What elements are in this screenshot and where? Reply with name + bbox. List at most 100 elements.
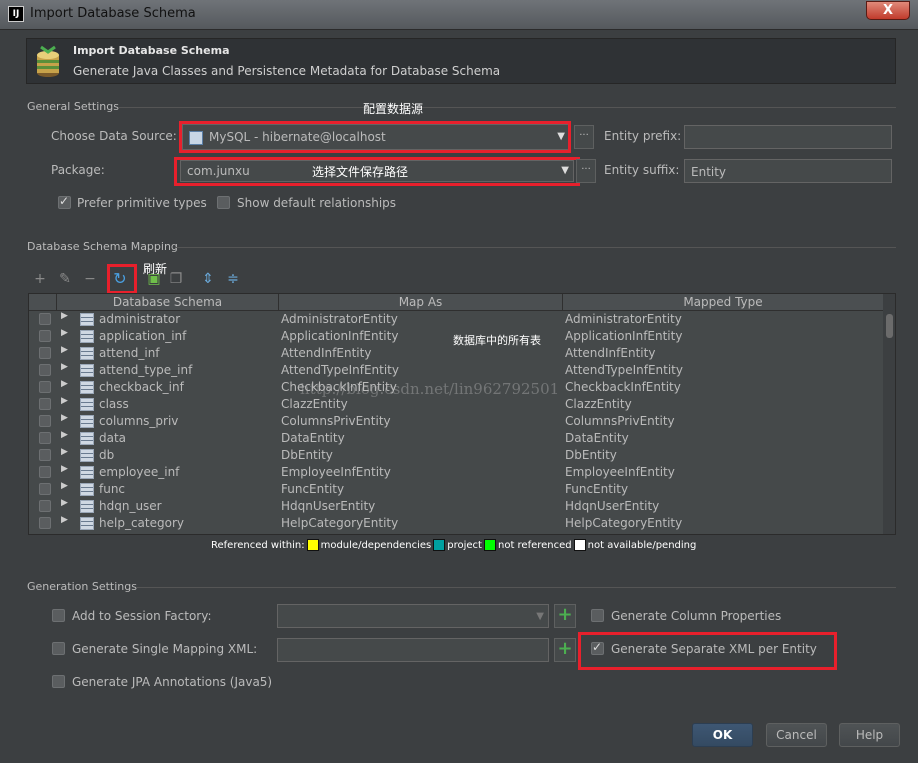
help-button[interactable]: Help (839, 723, 900, 747)
expand-arrow-icon[interactable]: ▶ (61, 328, 68, 338)
column-header-schema[interactable]: Database Schema (57, 294, 279, 311)
expand-arrow-icon[interactable]: ▶ (61, 379, 68, 389)
entity-prefix-label: Entity prefix: (604, 129, 682, 143)
entity-suffix-label: Entity suffix: (604, 163, 680, 177)
table-row[interactable]: ▶ attend_type_inf AttendTypeInfEntity Atten… (29, 362, 883, 379)
mapped-type-cell[interactable]: FuncEntity (565, 481, 881, 498)
row-checkbox[interactable] (39, 466, 51, 478)
row-checkbox[interactable] (39, 398, 51, 410)
mapped-type-cell[interactable]: HelpCategoryEntity (565, 515, 881, 532)
column-header-map-as[interactable]: Map As (279, 294, 563, 311)
add-session-factory-button[interactable]: + (554, 604, 576, 628)
single-mapping-xml-field[interactable] (277, 638, 549, 662)
mapped-type-cell[interactable]: ColumnsPrivEntity (565, 413, 881, 430)
legend-label: not available/pending (587, 540, 697, 551)
mapped-type-cell[interactable]: AdministratorEntity (565, 311, 881, 328)
expand-arrow-icon[interactable]: ▶ (61, 430, 68, 440)
expand-arrow-icon[interactable]: ▶ (61, 515, 68, 525)
scrollbar-thumb[interactable] (886, 314, 893, 338)
row-checkbox[interactable] (39, 432, 51, 444)
edit-icon[interactable]: ✎ (57, 271, 73, 287)
row-checkbox[interactable] (39, 517, 51, 529)
table-row[interactable]: ▶ employee_inf EmployeeInfEntity EmployeeIn… (29, 464, 883, 481)
map-as-cell[interactable]: DbEntity (281, 447, 561, 464)
map-as-cell[interactable]: DataEntity (281, 430, 561, 447)
mapped-type-cell[interactable]: DataEntity (565, 430, 881, 447)
entity-suffix-field[interactable]: Entity (684, 159, 892, 183)
reference-legend: Referenced within: module/dependencies pro… (211, 539, 696, 551)
add-mapping-xml-button[interactable]: + (554, 638, 576, 662)
table-row[interactable]: ▶ db DbEntity DbEntity (29, 447, 883, 464)
expand-arrow-icon[interactable]: ▶ (61, 345, 68, 355)
mapped-type-cell[interactable]: EmployeeInfEntity (565, 464, 881, 481)
mapped-type-cell[interactable]: ClazzEntity (565, 396, 881, 413)
mapped-type-cell[interactable]: AttendInfEntity (565, 345, 881, 362)
cancel-button[interactable]: Cancel (766, 723, 827, 747)
row-checkbox[interactable] (39, 364, 51, 376)
table-icon (80, 466, 94, 479)
row-checkbox[interactable] (39, 330, 51, 342)
table-row[interactable]: ▶ class ClazzEntity ClazzEntity (29, 396, 883, 413)
select-all-icon[interactable]: ▣ (146, 271, 162, 287)
map-as-cell[interactable]: HdqnUserEntity (281, 498, 561, 515)
expand-arrow-icon[interactable]: ▶ (61, 464, 68, 474)
remove-icon[interactable]: − (82, 271, 98, 287)
expand-arrow-icon[interactable]: ▶ (61, 311, 68, 321)
table-row[interactable]: ▶ columns_priv ColumnsPrivEntity ColumnsPri… (29, 413, 883, 430)
data-source-browse-button[interactable]: ··· (574, 125, 594, 149)
expand-arrow-icon[interactable]: ▶ (61, 447, 68, 457)
row-checkbox[interactable] (39, 381, 51, 393)
row-checkbox[interactable] (39, 500, 51, 512)
annotation-highlight-box (578, 632, 837, 670)
map-as-cell[interactable]: FuncEntity (281, 481, 561, 498)
mapped-type-cell[interactable]: CheckbackInfEntity (565, 379, 881, 396)
collapse-all-icon[interactable]: ≑ (225, 271, 241, 287)
row-checkbox[interactable] (39, 483, 51, 495)
schema-cell: columns_priv (99, 414, 179, 428)
entity-prefix-field[interactable] (684, 125, 892, 149)
jpa-annotations-checkbox[interactable] (52, 675, 65, 688)
expand-arrow-icon[interactable]: ▶ (61, 481, 68, 491)
row-checkbox[interactable] (39, 313, 51, 325)
close-button[interactable]: X (866, 1, 910, 20)
prefer-primitive-checkbox[interactable] (58, 194, 71, 209)
map-as-cell[interactable]: ClazzEntity (281, 396, 561, 413)
vertical-scrollbar[interactable] (883, 294, 895, 534)
data-source-label: Choose Data Source: (51, 129, 177, 143)
general-settings-title: General Settings (27, 100, 119, 113)
copy-icon[interactable]: ❐ (168, 271, 184, 287)
map-as-cell[interactable]: AttendTypeInfEntity (281, 362, 561, 379)
mapped-type-cell[interactable]: AttendTypeInfEntity (565, 362, 881, 379)
row-checkbox[interactable] (39, 347, 51, 359)
session-factory-combo[interactable]: ▼ (277, 604, 549, 628)
table-row[interactable]: ▶ administrator AdministratorEntity Adminis… (29, 311, 883, 328)
generate-column-properties-checkbox[interactable] (591, 609, 604, 622)
package-browse-button[interactable]: ··· (576, 159, 596, 183)
column-header-mapped-type[interactable]: Mapped Type (563, 294, 883, 311)
mapped-type-cell[interactable]: DbEntity (565, 447, 881, 464)
expand-arrow-icon[interactable]: ▶ (61, 413, 68, 423)
map-as-cell[interactable]: ColumnsPrivEntity (281, 413, 561, 430)
schema-mapping-title: Database Schema Mapping (27, 240, 178, 253)
add-session-factory-checkbox[interactable] (52, 609, 65, 622)
table-row[interactable]: ▶ func FuncEntity FuncEntity (29, 481, 883, 498)
mapped-type-cell[interactable]: HdqnUserEntity (565, 498, 881, 515)
add-icon[interactable]: + (32, 271, 48, 287)
mapped-type-cell[interactable]: ApplicationInfEntity (565, 328, 881, 345)
row-checkbox[interactable] (39, 415, 51, 427)
row-checkbox[interactable] (39, 449, 51, 461)
map-as-cell[interactable]: HelpCategoryEntity (281, 515, 561, 532)
ok-button[interactable]: OK (692, 723, 753, 747)
table-row[interactable]: ▶ data DataEntity DataEntity (29, 430, 883, 447)
single-mapping-xml-checkbox[interactable] (52, 642, 65, 655)
map-as-cell[interactable]: AdministratorEntity (281, 311, 561, 328)
table-row[interactable]: ▶ help_category HelpCategoryEntity HelpCate… (29, 515, 883, 532)
schema-mapping-table[interactable]: Database Schema Map As Mapped Type ▶ admi… (28, 293, 896, 535)
table-row[interactable]: ▶ hdqn_user HdqnUserEntity HdqnUserEntity (29, 498, 883, 515)
show-default-relationships-checkbox[interactable] (217, 196, 230, 209)
expand-arrow-icon[interactable]: ▶ (61, 498, 68, 508)
expand-all-icon[interactable]: ⇕ (200, 271, 216, 287)
expand-arrow-icon[interactable]: ▶ (61, 362, 68, 372)
map-as-cell[interactable]: EmployeeInfEntity (281, 464, 561, 481)
expand-arrow-icon[interactable]: ▶ (61, 396, 68, 406)
